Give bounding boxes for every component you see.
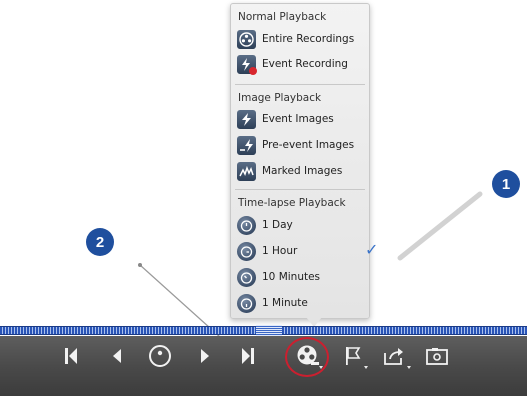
step-forward-icon [201,349,209,363]
snapshot-icon [426,348,448,365]
flag-icon [346,347,361,365]
skip-to-start-icon [65,348,77,364]
timeline-scrubber[interactable] [256,325,282,336]
flag-button[interactable] [342,343,364,369]
highlight-ring [285,337,329,377]
step-back-button[interactable] [106,343,128,369]
pause-play-icon [149,345,171,367]
step-forward-button[interactable] [194,343,216,369]
play-pause-button[interactable] [146,343,174,369]
snapshot-button[interactable] [424,343,450,369]
skip-to-end-icon [242,348,254,364]
skip-to-end-button[interactable] [237,343,259,369]
export-icon [384,348,403,365]
step-back-icon [113,349,121,363]
callout-line-1 [397,191,483,261]
chevron-down-icon [407,366,411,369]
callout-badge-1: 1 [492,170,520,198]
export-button[interactable] [381,343,407,369]
callout-badge-2: 2 [86,228,114,256]
callout-line-2-end [138,263,142,267]
chevron-down-icon [364,366,368,369]
skip-to-start-button[interactable] [60,343,82,369]
